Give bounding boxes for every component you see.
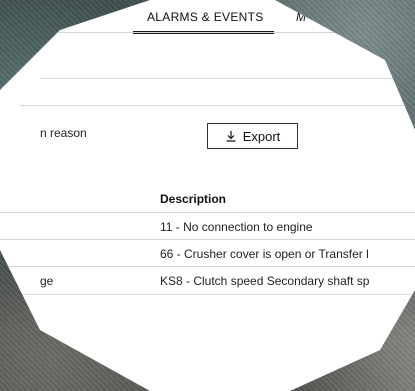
description-cell: KS8 - Clutch speed Secondary shaft sp: [160, 274, 370, 288]
row-divider: [0, 266, 415, 267]
tab-alarms-events[interactable]: ALARMS & EVENTS: [133, 10, 274, 34]
left-cell-partial: ge: [40, 274, 54, 288]
row-divider: [0, 239, 415, 240]
filter-top-divider: [20, 105, 415, 106]
download-icon: [226, 131, 236, 142]
reason-filter-label: n reason: [40, 126, 87, 140]
description-cell: 11 - No connection to engine: [160, 220, 313, 234]
description-cell: 66 - Crusher cover is open or Transfer l: [160, 247, 369, 261]
description-column-header[interactable]: Description: [160, 192, 226, 206]
section-divider: [40, 78, 415, 79]
export-label: Export: [242, 128, 281, 144]
row-divider: [0, 294, 415, 295]
alarms-panel: ALARMS & EVENTS M n reason Export Descri…: [0, 0, 415, 391]
header-divider: [0, 212, 415, 213]
export-button[interactable]: Export: [207, 123, 298, 149]
